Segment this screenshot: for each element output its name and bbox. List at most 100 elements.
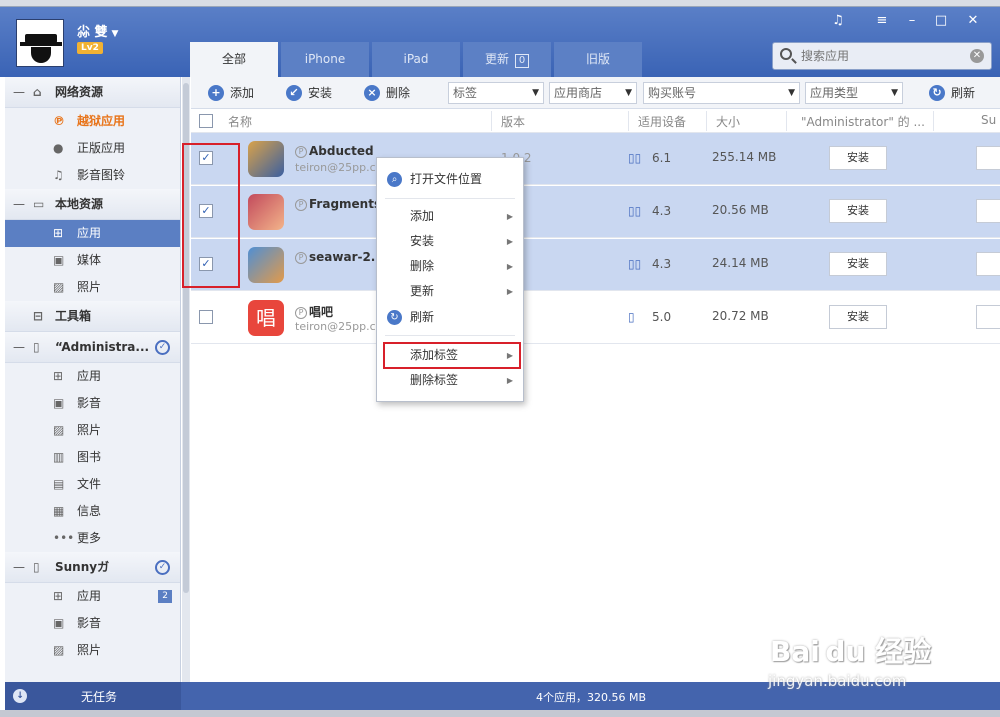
menu-item-refresh[interactable]: ↻ 刷新 (377, 305, 523, 330)
install-button[interactable]: 安装 (829, 305, 887, 329)
install-button[interactable]: 安装 (829, 199, 887, 223)
avatar[interactable] (16, 19, 64, 67)
menu-icon[interactable]: ≡ (870, 13, 894, 28)
ipad-icon: ▯▯ (628, 204, 642, 218)
menu-item-install[interactable]: 安装 ▶ (377, 229, 523, 254)
tab-iphone[interactable]: iPhone (281, 42, 369, 77)
sidebar-item-jailbreak-apps[interactable]: ℗ 越狱应用 (5, 108, 180, 135)
sidebar-item-sunny-media[interactable]: ▣ 影音 (5, 610, 180, 637)
collapse-icon[interactable]: — (13, 189, 25, 220)
phone-icon: ▯ (33, 560, 40, 574)
table-row[interactable]: 唱 P 唱吧 teiron@25pp.c ▯ 5.0 20.72 MB 安装 (191, 292, 1000, 344)
username[interactable]: 尛 雙 ▼ (77, 21, 118, 40)
refresh-button[interactable]: ↻ 刷新 (929, 84, 975, 102)
column-version[interactable]: 版本 (501, 113, 525, 130)
app-size: 24.14 MB (712, 256, 769, 270)
menu-item-open-location[interactable]: ⌕ 打开文件位置 (377, 167, 523, 192)
sidebar-item-device-books[interactable]: ▥ 图书 (5, 444, 180, 471)
column-device[interactable]: 适用设备 (638, 113, 686, 130)
install-button[interactable]: ↙ 安装 (286, 84, 332, 102)
sidebar-item-local-photos[interactable]: ▨ 照片 (5, 274, 180, 301)
account-filter-dropdown[interactable]: 购买账号 ▼ (643, 82, 800, 104)
music-icon[interactable]: ♫ (826, 13, 850, 28)
search-box: ✕ (772, 42, 992, 70)
sidebar-item-device-more[interactable]: ••• 更多 (5, 525, 180, 552)
menu-item-add[interactable]: 添加 ▶ (377, 204, 523, 229)
store-filter-dropdown[interactable]: 应用商店 ▼ (549, 82, 637, 104)
install-button[interactable]: 安装 (829, 146, 887, 170)
sidebar-item-sunny-photos[interactable]: ▨ 照片 (5, 637, 180, 664)
pp-icon: P (295, 252, 307, 264)
select-all-checkbox[interactable] (199, 114, 213, 128)
column-name[interactable]: 名称 (228, 113, 252, 130)
install-button-sunny[interactable] (976, 146, 1000, 170)
app-size: 20.56 MB (712, 203, 769, 217)
clear-search-icon[interactable]: ✕ (970, 49, 984, 63)
delete-button[interactable]: × 删除 (364, 84, 410, 102)
sidebar-section-device-administrator[interactable]: — ▯ “Administra... ✓ (5, 332, 180, 363)
menu-item-update[interactable]: 更新 ▶ (377, 279, 523, 304)
task-status[interactable]: ↓ 无任务 (5, 682, 181, 710)
tab-old-versions[interactable]: 旧版 (554, 42, 642, 77)
sidebar-item-media-ringtones[interactable]: ♫ 影音图铃 (5, 162, 180, 189)
column-device-administrator[interactable]: "Administrator" 的 ... (801, 113, 925, 130)
install-button-sunny[interactable] (976, 199, 1000, 223)
install-icon: ↙ (286, 85, 302, 101)
install-button-sunny[interactable] (976, 305, 1000, 329)
install-button-sunny[interactable] (976, 252, 1000, 276)
collapse-icon[interactable]: — (13, 332, 25, 363)
search-input[interactable] (801, 46, 961, 66)
close-icon[interactable]: ✕ (961, 13, 985, 28)
pp-icon: P (295, 199, 307, 211)
row-checkbox[interactable] (199, 310, 213, 324)
ipad-icon: ▯▯ (628, 151, 642, 165)
sidebar-item-device-apps[interactable]: ⊞ 应用 (5, 363, 180, 390)
add-button[interactable]: + 添加 (208, 84, 254, 102)
minimize-icon[interactable]: – (900, 13, 924, 28)
sidebar-item-device-messages[interactable]: ▦ 信息 (5, 498, 180, 525)
sidebar-item-local-apps[interactable]: ⊞ 应用 (5, 220, 180, 247)
sidebar-item-genuine-apps[interactable]: ● 正版应用 (5, 135, 180, 162)
grid-icon: ⊞ (53, 369, 64, 383)
sidebar-section-device-sunny[interactable]: — ▯ Sunnyガ ✓ (5, 552, 180, 583)
sidebar-item-device-media[interactable]: ▣ 影音 (5, 390, 180, 417)
table-row[interactable]: ✓ PFragmentsS 9 ▯▯4.3 20.56 MB 安装 (191, 186, 1000, 238)
sidebar-item-sunny-apps[interactable]: ⊞ 应用 2 (5, 583, 180, 610)
menu-item-delete[interactable]: 删除 ▶ (377, 254, 523, 279)
search-icon[interactable] (780, 48, 792, 60)
phone-icon: ▯ (33, 340, 40, 354)
menu-item-remove-tag[interactable]: 删除标签 ▶ (377, 368, 523, 393)
tab-updates[interactable]: 更新 0 (463, 42, 551, 77)
sidebar-item-local-media[interactable]: ▣ 媒体 (5, 247, 180, 274)
app-device: ▯▯ 4.3 (628, 257, 672, 271)
tag-filter-dropdown[interactable]: 标签 ▼ (448, 82, 544, 104)
home-icon: ⌂ (33, 85, 42, 99)
sidebar-section-local[interactable]: — ▭ 本地资源 (5, 189, 180, 220)
tab-all[interactable]: 全部 (190, 42, 278, 77)
computer-icon: ▭ (33, 197, 45, 211)
video-icon: ▣ (53, 253, 65, 267)
tab-ipad[interactable]: iPad (372, 42, 460, 77)
sidebar-item-device-photos[interactable]: ▨ 照片 (5, 417, 180, 444)
category-tabs: 全部 iPhone iPad 更新 0 旧版 (190, 42, 645, 77)
table-row[interactable]: ✓ Pseawar-2.1.4 ▯▯ 4.3 24.14 MB 安装 (191, 239, 1000, 291)
photo-icon: ▨ (53, 280, 65, 294)
app-type-dropdown[interactable]: 应用类型 ▼ (805, 82, 903, 104)
install-button[interactable]: 安装 (829, 252, 887, 276)
column-size[interactable]: 大小 (716, 113, 740, 130)
baidu-watermark-logo: Bai du 经验 (770, 635, 932, 668)
sidebar: — ⌂ 网络资源 ℗ 越狱应用 ● 正版应用 ♫ 影音图铃 — ▭ 本地资源 ⊞ 应用 … (5, 77, 181, 682)
app-icon: 唱 (248, 300, 284, 336)
app-name: P Abducted (295, 144, 374, 158)
iphone-icon: ▯ (628, 310, 635, 324)
sidebar-section-network[interactable]: — ⌂ 网络资源 (5, 77, 180, 108)
sidebar-item-device-files[interactable]: ▤ 文件 (5, 471, 180, 498)
sidebar-section-toolbox[interactable]: ⊟ 工具箱 (5, 301, 180, 332)
maximize-icon[interactable]: □ (929, 13, 953, 28)
table-row[interactable]: ✓ PAbducted teiron@25pp.com 1.0.2 ▯▯6.1 … (191, 133, 1000, 185)
collapse-icon[interactable]: — (13, 77, 25, 108)
chevron-down-icon: ▼ (891, 88, 898, 98)
column-device-sunny[interactable]: Su (981, 113, 996, 127)
pp-icon: ℗ (53, 114, 65, 128)
collapse-icon[interactable]: — (13, 552, 25, 583)
